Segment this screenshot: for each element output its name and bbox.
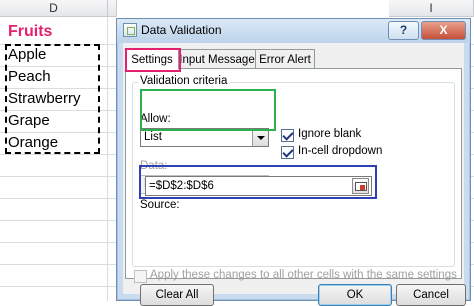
in-cell-dropdown-label[interactable]: In-cell dropdown <box>298 145 382 157</box>
in-cell-dropdown-checkbox[interactable] <box>281 146 294 159</box>
title-bar[interactable]: Data Validation ? X <box>117 19 470 43</box>
ignore-blank-checkbox[interactable] <box>281 129 294 142</box>
ignore-blank-label[interactable]: Ignore blank <box>298 128 361 140</box>
chevron-down-icon[interactable] <box>252 129 268 146</box>
cancel-button[interactable]: Cancel <box>396 284 466 306</box>
allow-highlight-box <box>140 89 276 131</box>
tab-error-alert[interactable]: Error Alert <box>255 49 315 69</box>
dialog-title: Data Validation <box>141 23 222 37</box>
clear-all-button[interactable]: Clear All <box>140 284 214 306</box>
close-button[interactable]: X <box>421 21 466 40</box>
header-cell-fruits[interactable]: Fruits <box>8 21 52 43</box>
validation-criteria-label: Validation criteria <box>138 75 230 87</box>
ok-button[interactable]: OK <box>318 284 392 306</box>
column-header-e-visible[interactable] <box>108 0 117 17</box>
allow-value: List <box>144 131 162 143</box>
copy-marquee <box>5 44 100 154</box>
dialog-app-icon <box>123 23 137 37</box>
column-header-d[interactable]: D <box>0 0 108 17</box>
apply-all-label[interactable]: Apply these changes to all other cells w… <box>150 269 457 281</box>
settings-tab-highlight <box>125 48 181 72</box>
source-highlight-box <box>139 165 377 199</box>
source-label: Source: <box>140 199 180 211</box>
help-button[interactable]: ? <box>388 21 419 40</box>
apply-all-checkbox[interactable] <box>134 270 147 283</box>
tab-input-message[interactable]: Input Message <box>178 49 256 69</box>
column-header-i[interactable]: I <box>389 0 474 17</box>
